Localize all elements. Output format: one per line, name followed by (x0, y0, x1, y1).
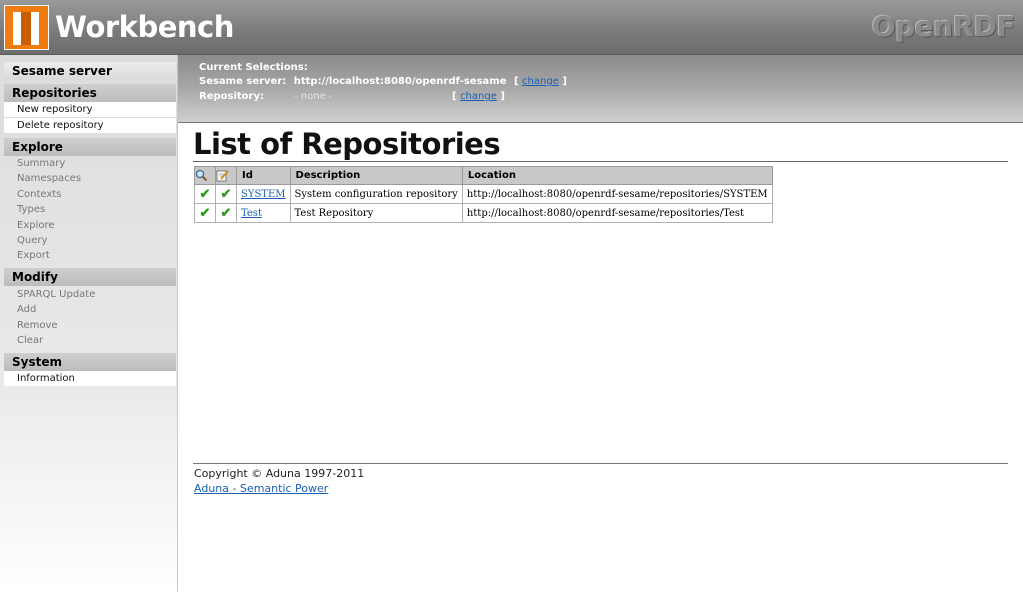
table-row: ✔ ✔ Test Test Repository http://localhos… (194, 203, 773, 223)
change-server-link[interactable]: change (522, 76, 559, 87)
workbench-logo-icon[interactable] (4, 5, 49, 50)
server-value: http://localhost:8080/openrdf-sesame (293, 76, 507, 87)
repo-id-cell: SYSTEM (236, 184, 291, 204)
column-header-id: Id (236, 166, 291, 185)
table-header-row: Id Description Location (194, 166, 773, 185)
header-edit-cell (215, 166, 237, 185)
header-search-cell (194, 166, 216, 185)
title-divider (193, 161, 1008, 162)
row-query-action[interactable]: ✔ (194, 203, 216, 223)
sidebar-item-types[interactable]: Types (4, 202, 176, 217)
repository-label: Repository: (199, 91, 264, 102)
row-query-action[interactable]: ✔ (194, 184, 216, 204)
sidebar-item-information[interactable]: Information (4, 371, 176, 386)
sidebar-item-clear[interactable]: Clear (4, 333, 176, 348)
sidebar-item-remove[interactable]: Remove (4, 318, 176, 333)
search-icon (195, 169, 208, 182)
sidebar-item-add[interactable]: Add (4, 302, 176, 317)
repository-change-group: [ change ] (452, 91, 505, 102)
sidebar-item-namespaces[interactable]: Namespaces (4, 171, 176, 186)
sidebar-heading-modify: Modify (4, 268, 176, 286)
app-title[interactable]: Workbench (55, 10, 234, 44)
sidebar-item-query[interactable]: Query (4, 233, 176, 248)
current-selections-heading: Current Selections: (199, 62, 308, 73)
current-selections-panel: Current Selections: Sesame server: http:… (178, 55, 1023, 123)
repo-location-cell: http://localhost:8080/openrdf-sesame/rep… (461, 184, 773, 204)
sidebar-item-export[interactable]: Export (4, 248, 176, 263)
repo-id-cell: Test (236, 203, 291, 223)
sidebar-item-new-repository[interactable]: New repository (4, 102, 176, 117)
row-edit-action[interactable]: ✔ (215, 203, 237, 223)
sidebar-item-summary[interactable]: Summary (4, 156, 176, 171)
repo-description-cell: System configuration repository (289, 184, 463, 204)
check-icon[interactable]: ✔ (200, 206, 211, 221)
repo-location-cell: http://localhost:8080/openrdf-sesame/rep… (461, 203, 773, 223)
repo-id-link[interactable]: SYSTEM (241, 189, 286, 200)
sidebar-nav: Sesame server Repositories New repositor… (0, 55, 178, 592)
server-selection-row: Sesame server: http://localhost:8080/ope… (199, 76, 567, 87)
sidebar-item-sparql-update[interactable]: SPARQL Update (4, 287, 176, 302)
openrdf-brand: OpenRDF (871, 10, 1016, 43)
sidebar-item-delete-repository[interactable]: Delete repository (4, 118, 176, 133)
app-header: Workbench OpenRDF (0, 0, 1023, 55)
server-change-group: [ change ] (513, 76, 567, 87)
server-label: Sesame server: (199, 76, 287, 87)
footer-divider (193, 463, 1008, 464)
sidebar-heading-explore: Explore (4, 138, 176, 156)
column-header-location: Location (461, 166, 773, 185)
sidebar-heading-system: System (4, 353, 176, 371)
page-title: List of Repositories (193, 127, 501, 161)
table-row: ✔ ✔ SYSTEM System configuration reposito… (194, 184, 773, 204)
aduna-link[interactable]: Aduna - Semantic Power (194, 482, 328, 495)
repo-description-cell: Test Repository (289, 203, 463, 223)
check-icon[interactable]: ✔ (221, 206, 232, 221)
column-header-description: Description (289, 166, 463, 185)
repository-value: - none - (294, 91, 333, 102)
repository-selection-row: Repository: - none - [ change ] (199, 91, 505, 102)
check-icon[interactable]: ✔ (221, 187, 232, 202)
change-repository-link[interactable]: change (460, 91, 497, 102)
repo-id-link[interactable]: Test (241, 208, 262, 219)
sidebar-item-contexts[interactable]: Contexts (4, 187, 176, 202)
copyright-text: Copyright © Aduna 1997-2011 (194, 467, 365, 480)
sidebar-item-sesame-server[interactable]: Sesame server (4, 62, 176, 80)
sidebar-heading-repositories: Repositories (4, 84, 176, 102)
sidebar-item-explore[interactable]: Explore (4, 218, 176, 233)
check-icon[interactable]: ✔ (200, 187, 211, 202)
repositories-table: Id Description Location ✔ ✔ SYSTEM Syste… (194, 166, 773, 223)
row-edit-action[interactable]: ✔ (215, 184, 237, 204)
edit-icon (216, 170, 229, 182)
